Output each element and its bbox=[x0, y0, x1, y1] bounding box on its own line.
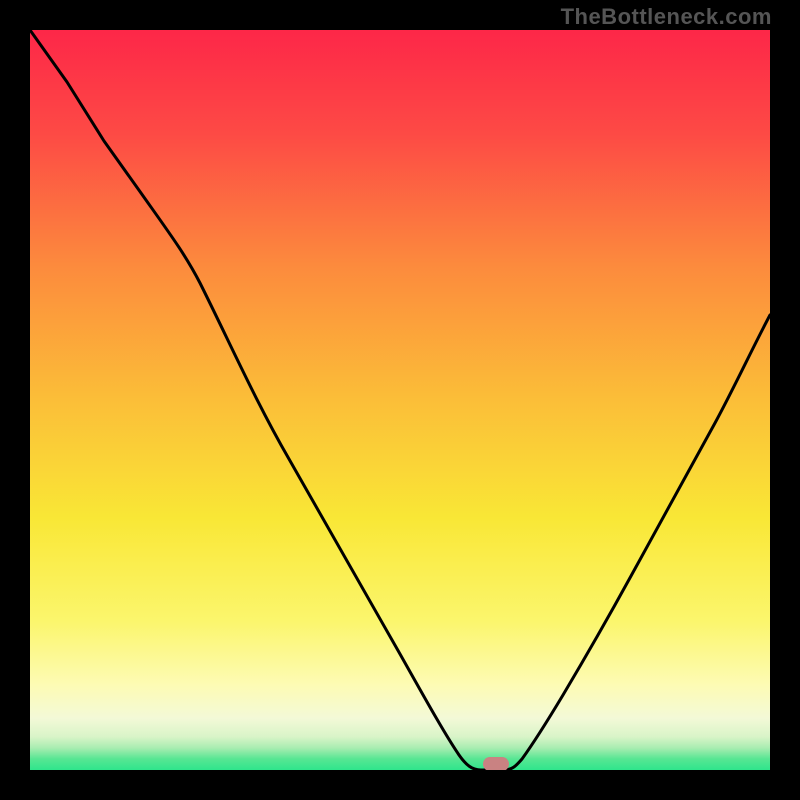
optimal-point-marker bbox=[483, 757, 509, 770]
branding-watermark: TheBottleneck.com bbox=[561, 4, 772, 30]
chart-frame: TheBottleneck.com bbox=[0, 0, 800, 800]
plot-area bbox=[30, 30, 770, 770]
bottleneck-curve bbox=[30, 30, 770, 770]
